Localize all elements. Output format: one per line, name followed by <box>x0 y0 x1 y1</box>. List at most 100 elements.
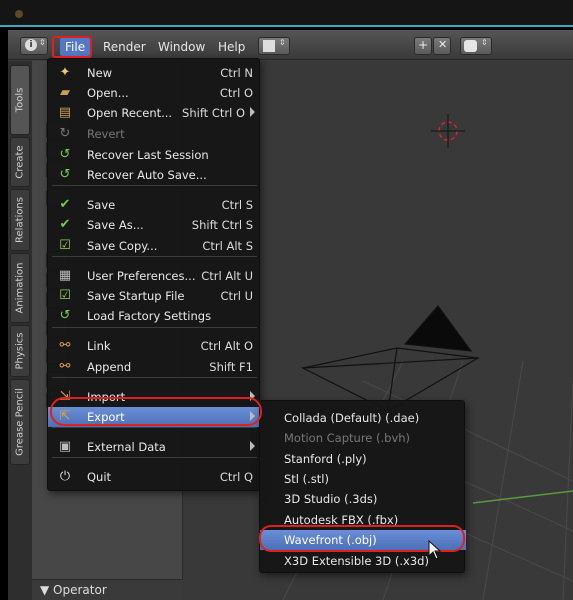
menu-item-label: Import <box>87 390 126 404</box>
menu-item-label: Revert <box>87 127 125 141</box>
file-menu-item-save[interactable]: ✔ Save Ctrl S <box>48 195 261 215</box>
operator-label-text: Operator <box>53 583 107 597</box>
recover-session-icon: ↺ <box>59 147 71 162</box>
import-icon: ⇲ <box>59 389 71 404</box>
menu-item-label: Append <box>87 360 132 374</box>
tab-relations[interactable]: Relations <box>10 189 30 251</box>
file-menu-dropdown: ✦ New Ctrl N ▰ Open... Ctrl O ▤ Open Recent... S… <box>47 58 261 491</box>
file-menu-item-recover-last-session[interactable]: ↺ Recover Last Session <box>48 145 261 165</box>
tab-physics[interactable]: Physics <box>10 325 30 377</box>
export-item-stl-stl[interactable]: Stl (.stl) <box>260 469 466 489</box>
file-menu-item-external-data[interactable]: ▣ External Data <box>48 437 261 457</box>
file-menu-item-link[interactable]: ⚯ Link Ctrl Alt O <box>48 336 261 356</box>
plus-icon: + <box>418 38 429 52</box>
menu-window[interactable]: Window <box>153 38 210 56</box>
export-item-stanford-ply[interactable]: Stanford (.ply) <box>260 449 466 469</box>
append-icon: ⚯ <box>59 359 71 374</box>
menu-separator <box>52 427 257 428</box>
tab-animation[interactable]: Animation <box>10 253 30 323</box>
open-folder-icon: ▰ <box>60 85 70 100</box>
export-item-collada-default-dae[interactable]: Collada (Default) (.dae) <box>260 408 466 428</box>
link-icon: ⚯ <box>59 338 71 353</box>
delete-layout-button[interactable]: ✕ <box>433 37 451 55</box>
file-menu-item-save-startup-file[interactable]: ☑ Save Startup File Ctrl U <box>48 286 261 306</box>
menu-item-shortcut: Ctrl Q <box>219 470 253 484</box>
tab-tools[interactable]: Tools <box>10 65 30 135</box>
file-menu-item-quit[interactable]: ⏻ Quit Ctrl Q <box>48 467 261 487</box>
submenu-arrow-icon <box>250 391 255 401</box>
menu-item-shortcut: Ctrl Alt O <box>200 339 253 353</box>
menu-item-label: Save Copy... <box>87 239 158 253</box>
close-icon: ✕ <box>438 38 448 51</box>
file-menu-item-append[interactable]: ⚯ Append Shift F1 <box>48 357 261 377</box>
export-item-3d-studio-3ds[interactable]: 3D Studio (.3ds) <box>260 489 466 509</box>
updown-icon: ⇕ <box>481 38 488 47</box>
revert-icon: ↻ <box>59 126 71 141</box>
add-layout-button[interactable]: + <box>414 37 432 55</box>
file-menu-item-new[interactable]: ✦ New Ctrl N <box>48 63 261 83</box>
power-icon: ⏻ <box>59 469 71 484</box>
menu-item-label: Recover Last Session <box>87 148 209 162</box>
window-edge <box>0 25 573 27</box>
file-menu-item-open[interactable]: ▰ Open... Ctrl O <box>48 83 261 103</box>
menu-render[interactable]: Render <box>98 38 151 56</box>
file-menu-item-export[interactable]: ⇱ Export <box>48 407 261 427</box>
tab-grease-pencil[interactable]: Grease Pencil <box>10 379 30 465</box>
file-menu-item-open-recent[interactable]: ▤ Open Recent... Shift Ctrl O <box>48 103 261 123</box>
mouse-cursor-icon <box>428 540 442 560</box>
menu-separator <box>52 256 257 257</box>
scene-type-button[interactable]: ⇕ <box>460 37 492 55</box>
export-item-motion-capture-bvh: Motion Capture (.bvh) <box>260 428 466 448</box>
save-as-icon: ✔ <box>59 217 71 232</box>
updown-icon: ⇕ <box>279 38 286 47</box>
app-logo-icon <box>15 10 23 18</box>
save-check-icon: ✔ <box>59 197 71 212</box>
file-menu-item-import[interactable]: ⇲ Import <box>48 387 261 407</box>
recover-autosave-icon: ↺ <box>59 167 71 182</box>
file-menu-item-load-factory-settings[interactable]: ↺ Load Factory Settings <box>48 306 261 326</box>
tab-create[interactable]: Create <box>10 137 30 187</box>
new-file-icon: ✦ <box>59 65 71 80</box>
menu-item-shortcut: Ctrl Alt S <box>202 239 253 253</box>
menu-render-label: Render <box>103 40 146 54</box>
menu-file[interactable]: File <box>60 38 91 56</box>
menu-item-label: Save Startup File <box>87 289 185 303</box>
screenshot-frame: i ⇕ File Render Window Help ⇕ Default + … <box>0 0 573 600</box>
file-menu-item-save-as[interactable]: ✔ Save As... Shift Ctrl S <box>48 215 261 235</box>
scene-icon <box>464 40 477 52</box>
operator-panel[interactable]: ▼ Operator <box>32 579 183 600</box>
menu-item-label: Load Factory Settings <box>87 309 212 323</box>
export-item-autodesk-fbx-fbx[interactable]: Autodesk FBX (.fbx) <box>260 510 466 530</box>
menu-item-shortcut: Shift F1 <box>209 360 253 374</box>
scene-select-value: Scene <box>497 39 531 52</box>
export-item-label: X3D Extensible 3D (.x3d) <box>284 554 429 568</box>
file-menu-item-recover-auto-save[interactable]: ↺ Recover Auto Save... <box>48 165 261 185</box>
menu-item-label: Open... <box>87 86 129 100</box>
export-item-label: Motion Capture (.bvh) <box>284 431 411 445</box>
menu-file-label: File <box>65 40 86 54</box>
menu-item-shortcut: Ctrl U <box>220 289 253 303</box>
menu-help[interactable]: Help <box>213 38 250 56</box>
file-menu-item-user-preferences[interactable]: ▦ User Preferences... Ctrl Alt U <box>48 266 261 286</box>
tab-create-label: Create <box>14 145 26 179</box>
3d-cursor-icon <box>431 114 465 148</box>
export-item-label: Wavefront (.obj) <box>284 533 377 547</box>
screen-layout-button[interactable]: ⇕ <box>258 37 290 55</box>
menu-item-shortcut: Ctrl Alt U <box>201 269 253 283</box>
menu-item-shortcut: Ctrl N <box>220 66 253 80</box>
tab-physics-label: Physics <box>14 332 26 370</box>
external-data-icon: ▣ <box>58 439 72 454</box>
export-item-label: Collada (Default) (.dae) <box>284 411 420 425</box>
tab-relations-label: Relations <box>14 197 26 243</box>
export-icon: ⇱ <box>59 409 71 424</box>
operator-label: ▼ Operator <box>40 583 107 597</box>
file-menu-item-save-copy[interactable]: ☑ Save Copy... Ctrl Alt S <box>48 236 261 256</box>
menu-item-shortcut: Ctrl O <box>219 86 253 100</box>
x-axis-line <box>472 490 573 504</box>
menu-item-shortcut: Ctrl S <box>221 198 253 212</box>
layout-grid-icon <box>263 40 275 52</box>
updown-icon: ⇕ <box>39 38 46 47</box>
menu-help-label: Help <box>218 40 246 54</box>
editor-type-button[interactable]: i ⇕ <box>20 37 48 55</box>
export-item-label: 3D Studio (.3ds) <box>284 492 378 506</box>
